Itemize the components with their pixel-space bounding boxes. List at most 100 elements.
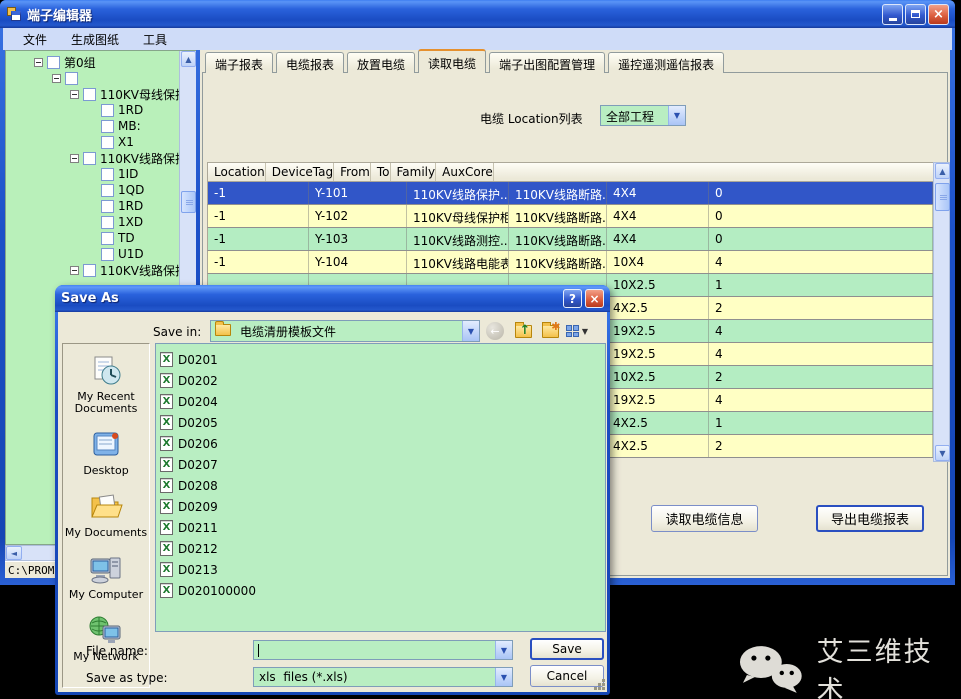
file-item[interactable]: X D0211 [160, 517, 605, 538]
tab[interactable]: 遥控遥测遥信报表 [608, 52, 724, 73]
tree-item[interactable]: MB: [6, 118, 178, 134]
tree-checkbox[interactable] [47, 56, 60, 69]
table-column-header[interactable]: Location [208, 163, 266, 181]
save-button[interactable]: Save [530, 638, 604, 660]
file-item[interactable]: X D020100000 [160, 580, 605, 601]
tree-item[interactable]: 110KV母线保护 [6, 86, 178, 102]
help-icon[interactable]: ? [563, 289, 582, 308]
chevron-down-icon[interactable]: ▼ [495, 641, 512, 659]
read-cable-info-button[interactable]: 读取电缆信息 [651, 505, 758, 532]
tree-expander-icon[interactable] [70, 90, 79, 99]
tree-expander-icon[interactable] [70, 154, 79, 163]
tree-item[interactable]: 1ID [6, 166, 178, 182]
tree-expander-icon[interactable] [52, 74, 61, 83]
menu-item[interactable]: 生成图纸 [59, 31, 131, 48]
file-item[interactable]: X D0202 [160, 370, 605, 391]
file-item[interactable]: X D0204 [160, 391, 605, 412]
location-filter-combobox[interactable]: 全部工程 ▼ [600, 105, 686, 126]
tree-item[interactable]: X1 [6, 134, 178, 150]
file-item[interactable]: X D0205 [160, 412, 605, 433]
tree-expander-icon[interactable] [70, 266, 79, 275]
place-my-computer[interactable]: My Computer [63, 552, 149, 601]
tree-checkbox[interactable] [101, 104, 114, 117]
export-cable-report-button[interactable]: 导出电缆报表 [816, 505, 924, 532]
place-desktop[interactable]: Desktop [63, 428, 149, 477]
tab[interactable]: 放置电缆 [347, 52, 415, 73]
table-vertical-scrollbar[interactable]: ▲ ▼ [933, 162, 950, 462]
tab[interactable]: 读取电缆 [418, 49, 486, 73]
chevron-down-icon[interactable]: ▼ [462, 321, 479, 341]
tree-item[interactable]: 第0组 [6, 54, 178, 70]
tree-item[interactable]: 1XD [6, 214, 178, 230]
view-menu-icon[interactable]: ▼ [564, 321, 590, 341]
table-scroll-thumb[interactable] [935, 183, 950, 211]
tree-item[interactable]: 1RD [6, 198, 178, 214]
tree-item[interactable] [6, 70, 178, 86]
tree-item[interactable]: 110KV线路保护 [6, 262, 178, 278]
tree-scroll-thumb[interactable] [181, 191, 196, 213]
minimize-button[interactable] [882, 4, 903, 25]
tree-checkbox[interactable] [65, 72, 78, 85]
place-recent-documents[interactable]: My Recent Documents [63, 354, 149, 415]
file-item[interactable]: X D0207 [160, 454, 605, 475]
tree-checkbox[interactable] [101, 200, 114, 213]
table-row[interactable]: -1 Y-102 110KV母线保护柜 110KV线路断路... 4X4 0 [207, 205, 933, 228]
tree-item[interactable]: 1QD [6, 182, 178, 198]
file-item[interactable]: X D0208 [160, 475, 605, 496]
file-item[interactable]: X D0212 [160, 538, 605, 559]
cell-to: 110KV线路断路... [509, 251, 607, 273]
dialog-close-icon[interactable]: × [585, 289, 604, 308]
table-column-header[interactable]: Family [391, 163, 437, 181]
table-column-header[interactable]: AuxCore [436, 163, 494, 181]
file-item[interactable]: X D0201 [160, 349, 605, 370]
save-in-combobox[interactable]: 电缆清册模板文件 ▼ [210, 320, 480, 342]
tab[interactable]: 电缆报表 [276, 52, 344, 73]
menu-item[interactable]: 工具 [131, 31, 179, 48]
tree-checkbox[interactable] [101, 168, 114, 181]
table-column-header[interactable]: From [334, 163, 371, 181]
table-column-header[interactable]: To [371, 163, 391, 181]
file-item[interactable]: X D0206 [160, 433, 605, 454]
tree-expander-icon[interactable] [34, 58, 43, 67]
up-one-level-icon[interactable]: ↑ [513, 321, 533, 341]
tree-item[interactable]: U1D [6, 246, 178, 262]
file-item[interactable]: X D0209 [160, 496, 605, 517]
tree-item[interactable]: 1RD [6, 102, 178, 118]
chevron-down-icon[interactable]: ▼ [495, 668, 512, 686]
tree-checkbox[interactable] [101, 120, 114, 133]
tree-checkbox[interactable] [101, 248, 114, 261]
tree-item[interactable]: TD [6, 230, 178, 246]
tab[interactable]: 端子报表 [205, 52, 273, 73]
new-folder-icon[interactable]: ✱ [540, 321, 560, 341]
dialog-resize-grip[interactable] [593, 678, 605, 690]
maximize-button[interactable] [905, 4, 926, 25]
tree-item[interactable]: 110KV线路保护 [6, 150, 178, 166]
menu-item[interactable]: 文件 [11, 31, 59, 48]
tree-checkbox[interactable] [101, 216, 114, 229]
excel-file-icon: X [160, 583, 173, 598]
close-button[interactable]: × [928, 4, 949, 25]
table-row[interactable]: -1 Y-103 110KV线路测控... 110KV线路断路... 4X4 0 [207, 228, 933, 251]
chevron-down-icon[interactable]: ▼ [668, 106, 685, 125]
tree-checkbox[interactable] [83, 152, 96, 165]
scroll-up-icon[interactable]: ▲ [181, 51, 196, 67]
scroll-left-icon[interactable]: ◄ [6, 546, 22, 560]
tree-checkbox[interactable] [101, 184, 114, 197]
place-my-documents[interactable]: My Documents [63, 490, 149, 539]
tree-checkbox[interactable] [101, 136, 114, 149]
cable-location-label: 电缆 Location列表 [480, 110, 583, 127]
tree-checkbox[interactable] [83, 264, 96, 277]
tree-checkbox[interactable] [101, 232, 114, 245]
save-as-type-combobox[interactable]: xls files (*.xls) ▼ [253, 667, 513, 687]
file-item[interactable]: X D0213 [160, 559, 605, 580]
table-row[interactable]: -1 Y-101 110KV线路保护... 110KV线路断路... 4X4 0 [207, 182, 933, 205]
scroll-down-icon[interactable]: ▼ [935, 445, 950, 461]
file-name-input[interactable]: ▼ [253, 640, 513, 660]
tab[interactable]: 端子出图配置管理 [489, 52, 605, 73]
table-row[interactable]: -1 Y-104 110KV线路电能表 110KV线路断路... 10X4 4 [207, 251, 933, 274]
tree-checkbox[interactable] [83, 88, 96, 101]
scroll-up-icon[interactable]: ▲ [935, 163, 950, 179]
back-icon[interactable]: ← [485, 321, 505, 341]
place-label: My Computer [69, 589, 143, 601]
table-column-header[interactable]: DeviceTag [266, 163, 334, 181]
